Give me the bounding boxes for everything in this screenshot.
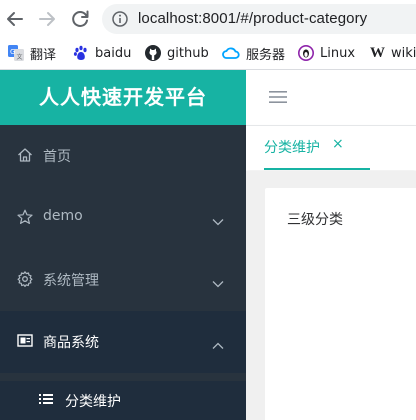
sidebar-item-label: 系统管理 [43,273,99,289]
translate-icon: G 文 [8,45,24,61]
star-icon [17,209,33,229]
bookmark-baidu[interactable]: baidu [73,44,131,62]
list-icon [38,391,54,411]
chevron-down-icon [212,276,224,292]
chevron-up-icon [212,338,224,354]
tab-label: 分类维护 [264,140,320,156]
reload-icon [72,10,89,27]
bookmark-label: 翻译 [30,47,57,63]
sidebar-item-label: 商品系统 [43,335,99,351]
bookmarks-bar: G 文 翻译 baidu github 服务器 Linux W wiki [0,38,416,70]
bookmark-label: wiki [391,45,416,61]
sidebar-subitem-category-maintenance[interactable]: 分类维护 [0,381,246,420]
reload-button[interactable] [68,7,92,31]
svg-text:文: 文 [17,53,23,61]
sidebar-item-label: 首页 [43,149,71,165]
sidebar-item-label: demo [43,208,83,224]
bookmark-label: 服务器 [246,47,286,63]
bookmark-label: baidu [95,45,132,61]
site-info-icon[interactable] [112,11,128,31]
baidu-paw-icon [73,45,87,60]
wikipedia-icon: W [370,44,385,61]
forward-button[interactable] [35,7,59,31]
bookmark-label: Linux [320,45,356,61]
tab-category-maintenance[interactable]: 分类维护 × [264,126,370,170]
github-icon [145,45,161,61]
bookmark-github[interactable]: github [145,44,209,62]
menu-toggle-icon[interactable] [268,89,288,109]
bookmark-linux[interactable]: Linux [298,44,355,62]
sidebar-subitem-label: 分类维护 [65,394,121,410]
sidebar: 人人快速开发平台 首页 demo 系统管理 商品系统 分类维护 [0,70,246,420]
home-icon [17,147,33,167]
forward-arrow-icon [39,12,55,26]
monitor-icon [17,333,33,353]
tabs-bar: 分类维护 × [246,126,416,170]
bookmark-wiki[interactable]: W wiki [370,44,416,62]
chevron-down-icon [212,214,224,230]
address-bar[interactable]: localhost:8001/#/product-category [102,4,416,34]
url-text[interactable]: localhost:8001/#/product-category [138,10,367,27]
bookmark-translate[interactable]: G 文 翻译 [8,44,57,63]
close-icon[interactable]: × [332,136,344,152]
gear-icon [17,271,33,291]
sidebar-item-home[interactable]: 首页 [0,125,246,187]
back-arrow-icon [7,12,23,26]
svg-text:G: G [10,48,15,56]
sidebar-item-product-system[interactable]: 商品系统 [0,311,246,373]
top-navbar [246,70,416,126]
sidebar-item-demo[interactable]: demo [0,187,246,249]
content-card: 三级分类 [265,188,416,420]
cloud-icon [222,47,240,59]
brand-title[interactable]: 人人快速开发平台 [0,70,246,125]
sidebar-item-system-management[interactable]: 系统管理 [0,249,246,311]
content-text: 三级分类 [287,212,343,228]
linux-icon [298,45,314,61]
bookmark-label: github [167,45,209,61]
browser-toolbar: localhost:8001/#/product-category [0,0,416,38]
back-button[interactable] [3,7,27,31]
bookmark-server[interactable]: 服务器 [222,44,286,63]
